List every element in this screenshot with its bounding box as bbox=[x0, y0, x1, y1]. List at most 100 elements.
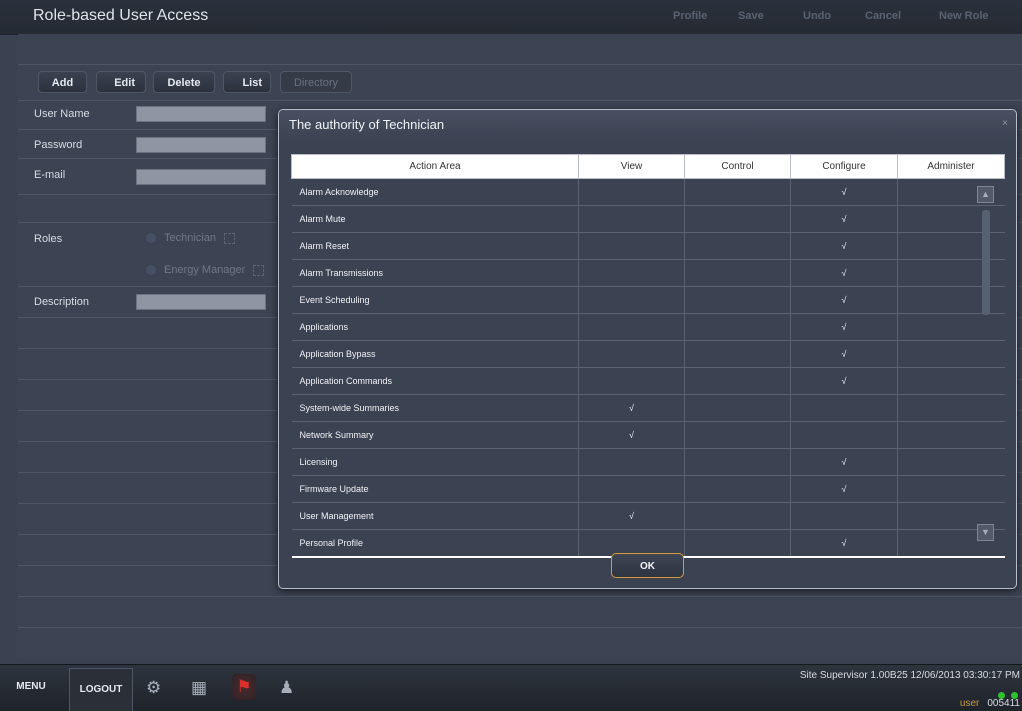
directory-button[interactable]: Directory bbox=[280, 71, 352, 93]
undo-button[interactable]: Undo bbox=[803, 10, 831, 22]
action-area: Alarm Mute bbox=[291, 205, 579, 233]
administer-cell bbox=[897, 394, 1005, 422]
user-name: user bbox=[959, 698, 980, 709]
control-cell bbox=[684, 259, 791, 287]
configure-cell: √ bbox=[790, 529, 898, 558]
role-technician-label: Technician bbox=[164, 232, 216, 244]
configure-cell bbox=[790, 421, 898, 449]
control-cell bbox=[684, 421, 791, 449]
email-field[interactable] bbox=[136, 169, 266, 185]
logout-button[interactable]: LOGOUT bbox=[69, 668, 133, 711]
table-row[interactable]: Alarm Reset √ bbox=[291, 232, 1005, 260]
calendar-icon[interactable]: ▦ bbox=[191, 678, 207, 698]
table-row[interactable]: Licensing √ bbox=[291, 448, 1005, 476]
role-technician[interactable]: Technician bbox=[146, 232, 235, 244]
column-header-configure: Configure bbox=[790, 154, 898, 179]
action-area: Alarm Transmissions bbox=[291, 259, 579, 287]
save-button[interactable]: Save bbox=[738, 10, 764, 22]
email-label: E-mail bbox=[34, 169, 66, 181]
table-row[interactable]: User Management √ bbox=[291, 502, 1005, 530]
table-row[interactable]: Application Commands √ bbox=[291, 367, 1005, 395]
action-area: Applications bbox=[291, 313, 579, 341]
view-cell bbox=[578, 286, 685, 314]
checkbox-icon bbox=[253, 264, 265, 276]
scroll-down-icon[interactable]: ▼ bbox=[977, 524, 994, 541]
configure-cell: √ bbox=[790, 367, 898, 395]
configure-cell: √ bbox=[790, 232, 898, 260]
view-cell bbox=[578, 475, 685, 503]
view-cell bbox=[578, 205, 685, 233]
view-cell: √ bbox=[578, 394, 685, 422]
divider bbox=[18, 100, 1022, 101]
action-area: Event Scheduling bbox=[291, 286, 579, 314]
table-row[interactable]: System-wide Summaries √ bbox=[291, 394, 1005, 422]
new-role-button[interactable]: New Role bbox=[939, 10, 989, 22]
scrollbar-thumb[interactable] bbox=[982, 210, 990, 315]
status-text: Site Supervisor 1.00B25 12/06/2013 03:30… bbox=[799, 670, 1020, 681]
administer-cell bbox=[897, 448, 1005, 476]
view-cell bbox=[578, 313, 685, 341]
table-row[interactable]: Event Scheduling √ bbox=[291, 286, 1005, 314]
alarm-bell-icon[interactable]: ⚑ bbox=[232, 674, 256, 700]
view-cell bbox=[578, 448, 685, 476]
column-header-administer: Administer bbox=[897, 154, 1005, 179]
menu-button[interactable]: MENU bbox=[0, 664, 62, 710]
role-energy-manager[interactable]: Energy Manager bbox=[146, 264, 265, 276]
table-row[interactable]: Alarm Transmissions √ bbox=[291, 259, 1005, 287]
list-button[interactable]: List bbox=[223, 71, 271, 93]
cancel-button[interactable]: Cancel bbox=[865, 10, 901, 22]
page-title: Role-based User Access bbox=[33, 7, 209, 24]
password-label: Password bbox=[34, 139, 83, 151]
configure-cell: √ bbox=[790, 286, 898, 314]
administer-cell bbox=[897, 421, 1005, 449]
profile-button[interactable]: Profile bbox=[673, 10, 707, 22]
password-field[interactable] bbox=[136, 137, 266, 153]
control-cell bbox=[684, 313, 791, 341]
control-cell bbox=[684, 340, 791, 368]
control-cell bbox=[684, 475, 791, 503]
scroll-up-icon[interactable]: ▲ bbox=[977, 186, 994, 203]
control-cell bbox=[684, 205, 791, 233]
title-bar: Role-based User Access Profile Save Undo… bbox=[0, 0, 1022, 35]
table-row[interactable]: Alarm Mute √ bbox=[291, 205, 1005, 233]
administer-cell bbox=[897, 367, 1005, 395]
delete-button[interactable]: Delete bbox=[153, 71, 215, 93]
close-icon[interactable]: × bbox=[1002, 118, 1008, 129]
description-field[interactable] bbox=[136, 294, 266, 310]
table-row[interactable]: Firmware Update √ bbox=[291, 475, 1005, 503]
control-cell bbox=[684, 448, 791, 476]
users-icon[interactable]: ♟ bbox=[279, 678, 294, 698]
administer-cell bbox=[897, 340, 1005, 368]
configure-cell: √ bbox=[790, 475, 898, 503]
administer-cell bbox=[897, 313, 1005, 341]
configure-cell: √ bbox=[790, 448, 898, 476]
ok-button[interactable]: OK bbox=[611, 553, 684, 578]
user-name-field[interactable] bbox=[136, 106, 266, 122]
configure-cell: √ bbox=[790, 259, 898, 287]
user-info: user 005411 bbox=[960, 698, 1020, 709]
table-row[interactable]: Applications √ bbox=[291, 313, 1005, 341]
configure-cell bbox=[790, 502, 898, 530]
action-area: System-wide Summaries bbox=[291, 394, 579, 422]
authority-dialog: The authority of Technician × Action Are… bbox=[278, 109, 1017, 589]
action-area: Alarm Reset bbox=[291, 232, 579, 260]
divider bbox=[18, 64, 1022, 65]
view-cell bbox=[578, 340, 685, 368]
table-row[interactable]: Alarm Acknowledge √ bbox=[291, 178, 1005, 206]
user-id: 005411 bbox=[987, 698, 1020, 709]
edit-button[interactable]: Edit bbox=[96, 71, 146, 93]
add-button[interactable]: Add bbox=[38, 71, 87, 93]
administer-cell bbox=[897, 475, 1005, 503]
view-cell bbox=[578, 259, 685, 287]
authority-table: Action Area View Control Configure Admin… bbox=[291, 154, 1005, 558]
table-row[interactable]: Application Bypass √ bbox=[291, 340, 1005, 368]
gear-icon[interactable]: ⚙ bbox=[146, 678, 161, 698]
control-cell bbox=[684, 394, 791, 422]
role-energy-manager-label: Energy Manager bbox=[164, 264, 246, 276]
action-area: Firmware Update bbox=[291, 475, 579, 503]
table-header: Action Area View Control Configure Admin… bbox=[291, 154, 1005, 179]
action-area: Application Bypass bbox=[291, 340, 579, 368]
control-cell bbox=[684, 286, 791, 314]
configure-cell: √ bbox=[790, 178, 898, 206]
table-row[interactable]: Network Summary √ bbox=[291, 421, 1005, 449]
